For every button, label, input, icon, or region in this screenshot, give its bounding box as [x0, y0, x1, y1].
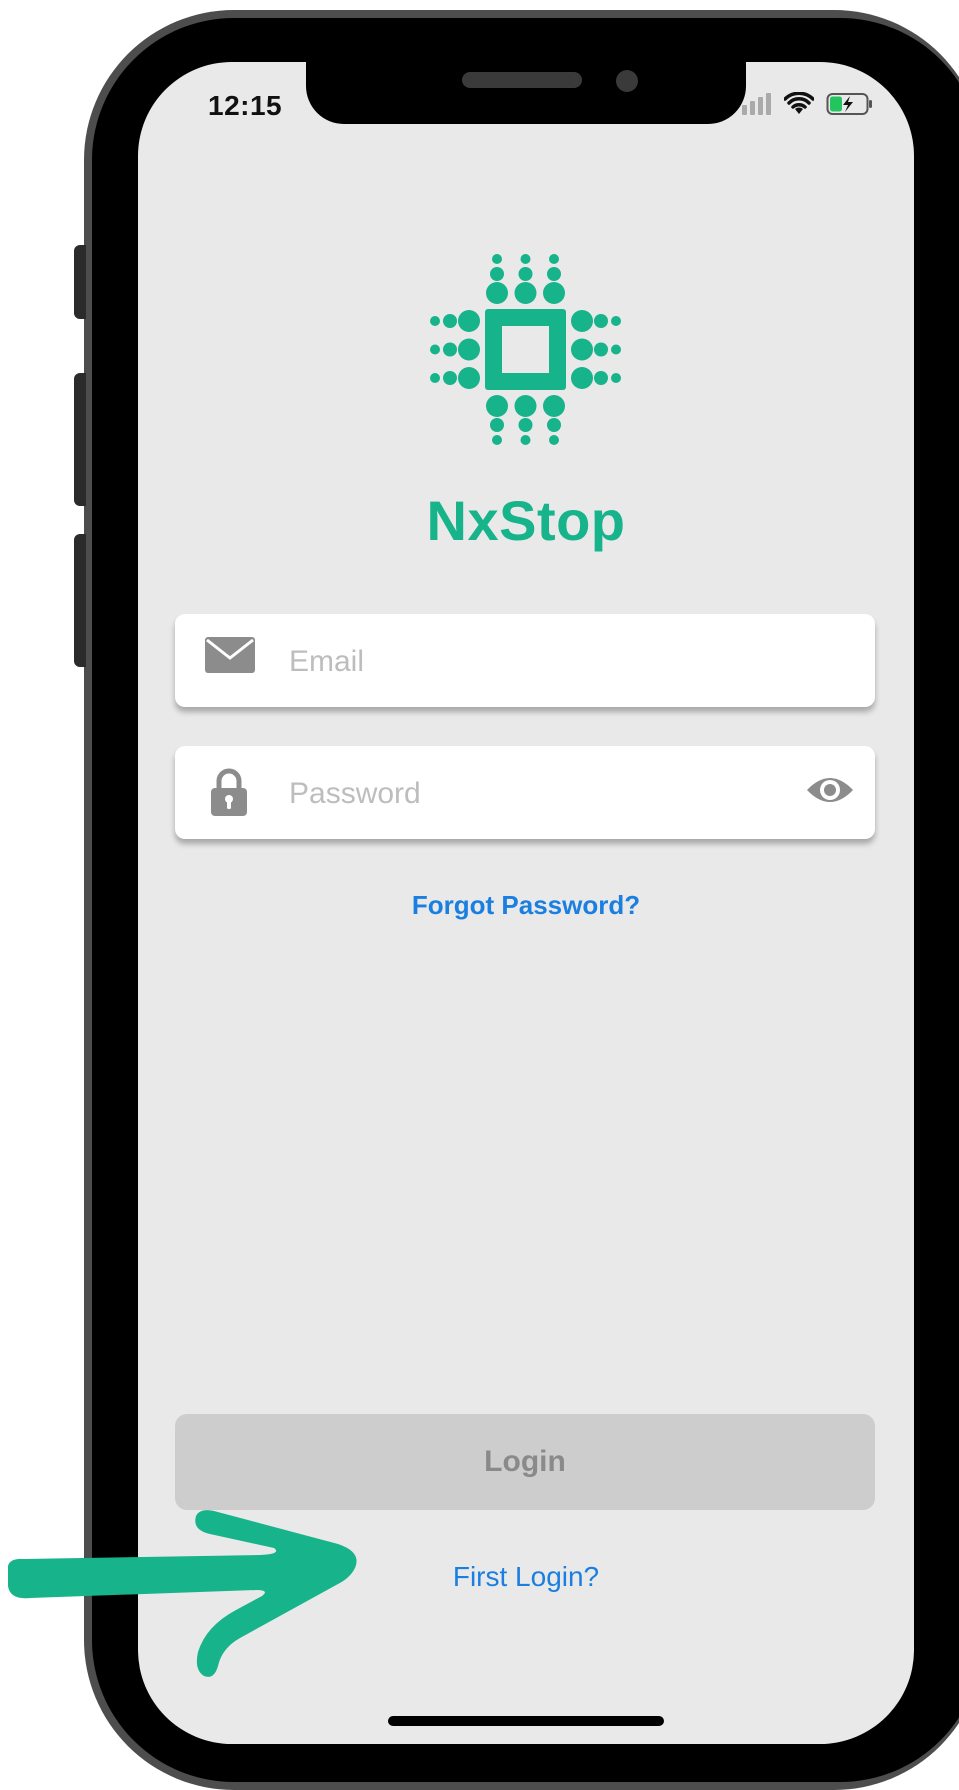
eye-icon[interactable]	[805, 772, 855, 808]
lock-icon	[211, 768, 247, 816]
front-camera	[616, 70, 638, 92]
login-button[interactable]: Login	[175, 1414, 875, 1510]
home-indicator	[388, 1716, 664, 1726]
app-title: NxStop	[426, 489, 626, 552]
forgot-password-link[interactable]: Forgot Password?	[138, 890, 914, 921]
volume-up-button	[74, 373, 86, 506]
nxstop-logo-icon	[430, 254, 621, 445]
wifi-icon	[784, 92, 814, 114]
mail-icon	[205, 637, 255, 673]
email-input[interactable]	[287, 614, 751, 709]
arrow-pointer-icon	[8, 1510, 357, 1677]
status-icons	[742, 92, 874, 116]
signal-icon	[742, 93, 771, 115]
speaker-grille	[462, 72, 582, 88]
volume-down-button	[74, 534, 86, 667]
notch	[306, 62, 746, 124]
login-screen: 12:15 NxStop Email Forgot Password? Logi…	[138, 62, 914, 1744]
password-input[interactable]	[287, 746, 751, 841]
mute-switch	[74, 245, 86, 319]
battery-charging-icon	[826, 93, 872, 115]
password-field-container	[175, 746, 875, 841]
status-time: 12:15	[208, 90, 283, 121]
email-field-container	[175, 614, 875, 709]
